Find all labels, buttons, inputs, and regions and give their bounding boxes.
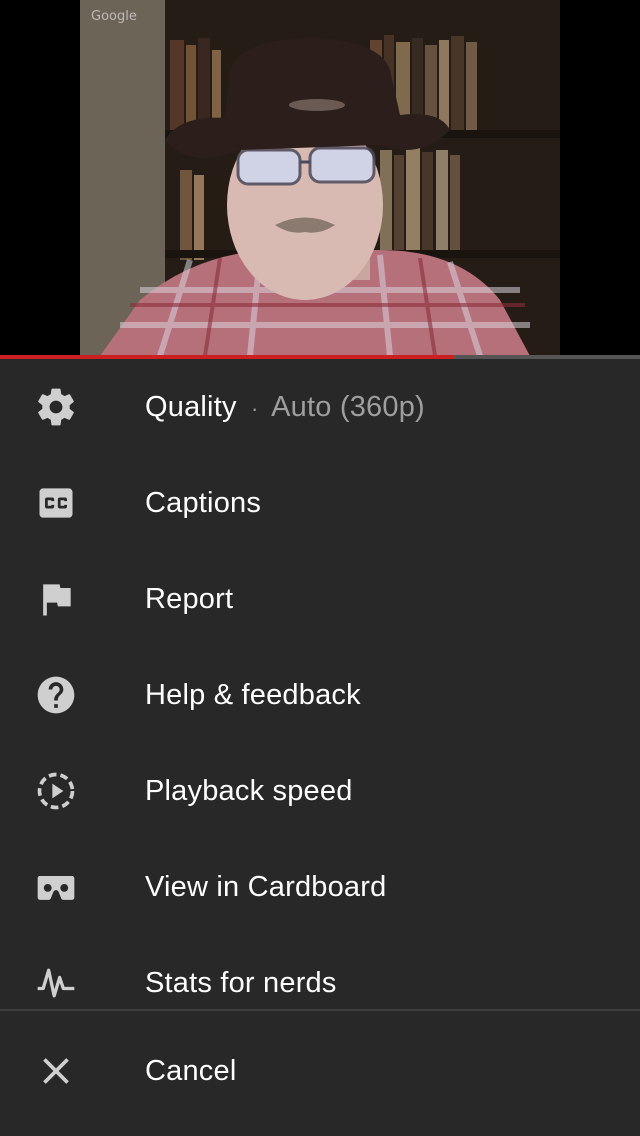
menu-item-label: Captions	[145, 486, 262, 519]
menu-item-label: Quality · Auto (360p)	[145, 391, 425, 424]
quality-value: Auto (360p)	[271, 390, 425, 423]
menu-item-report[interactable]: Report	[0, 551, 640, 647]
menu-item-playback-speed[interactable]: Playback speed	[0, 743, 640, 839]
menu-divider	[0, 1009, 640, 1011]
menu-item-label: Help & feedback	[145, 678, 361, 711]
help-icon	[34, 673, 78, 717]
quality-label: Quality	[145, 390, 237, 423]
flag-icon	[34, 577, 78, 621]
menu-item-label: Report	[145, 582, 234, 615]
menu-item-stats-for-nerds[interactable]: Stats for nerds	[0, 935, 640, 1031]
gear-icon	[34, 385, 78, 429]
video-frame[interactable]: Google	[80, 0, 560, 356]
menu-item-captions[interactable]: Captions	[0, 455, 640, 551]
watermark-text: Google	[91, 9, 137, 24]
cancel-button[interactable]: Cancel	[0, 1023, 640, 1119]
menu-item-label: Playback speed	[145, 774, 353, 807]
cancel-label: Cancel	[145, 1054, 237, 1087]
menu-item-view-in-cardboard[interactable]: View in Cardboard	[0, 839, 640, 935]
video-player[interactable]: Google	[0, 0, 640, 356]
overflow-menu-sheet: Quality · Auto (360p) Captions Report He…	[0, 359, 640, 1136]
video-thumbnail-image	[80, 0, 560, 356]
menu-item-help-feedback[interactable]: Help & feedback	[0, 647, 640, 743]
close-icon	[34, 1049, 78, 1093]
menu-item-quality[interactable]: Quality · Auto (360p)	[0, 359, 640, 455]
stats-pulse-icon	[34, 961, 78, 1005]
menu-item-label: View in Cardboard	[145, 870, 387, 903]
closed-captions-icon	[34, 481, 78, 525]
cardboard-icon	[34, 865, 78, 909]
playback-speed-icon	[34, 769, 78, 813]
menu-item-label: Stats for nerds	[145, 966, 337, 999]
quality-separator: ·	[250, 395, 259, 421]
